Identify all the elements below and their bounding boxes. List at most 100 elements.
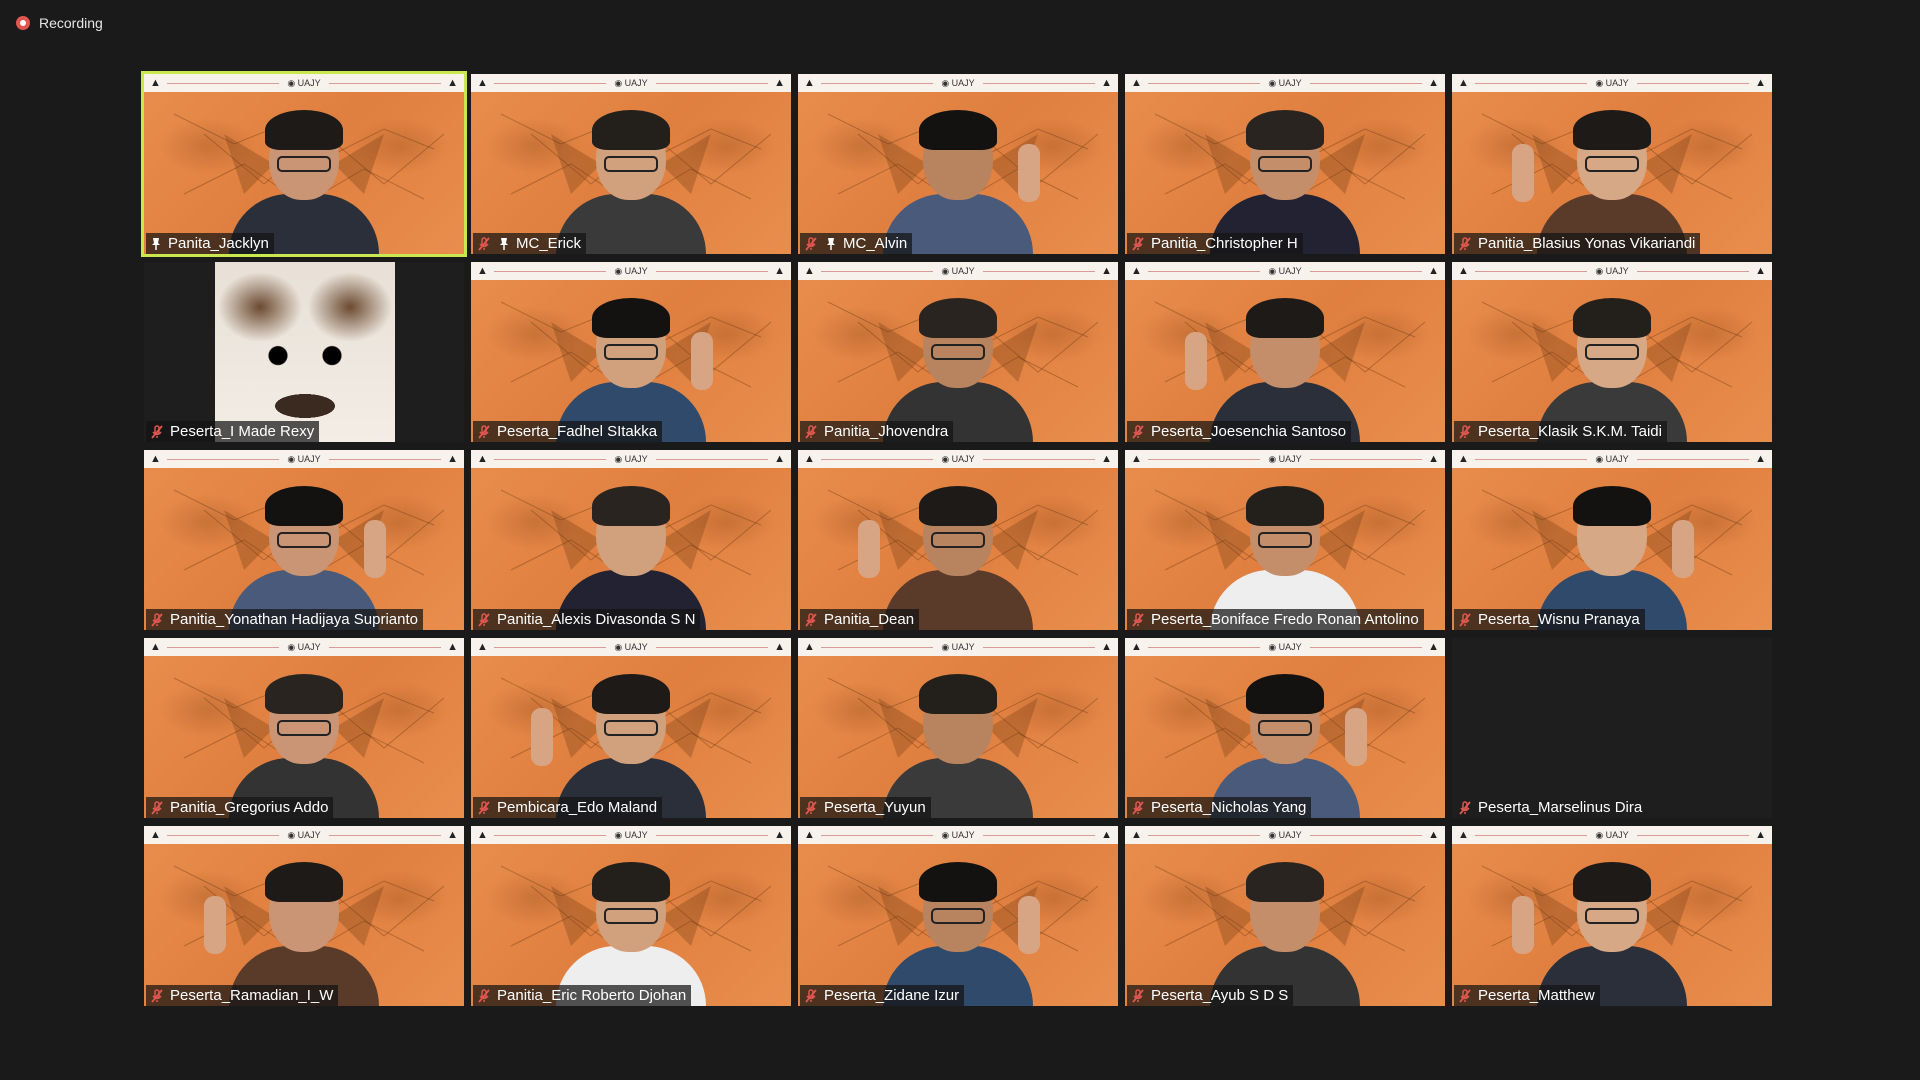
event-banner: ▲ ◉ UAJY ▲ (144, 826, 464, 844)
banner-divider (1474, 834, 1588, 836)
recording-dot-icon (16, 16, 30, 30)
participant-tile[interactable]: ▲ ◉ UAJY ▲ Peserta_Joesenchia Santoso (1125, 262, 1445, 442)
banner-divider (982, 270, 1096, 272)
banner-divider (982, 458, 1096, 460)
event-banner: ▲ ◉ UAJY ▲ (1125, 262, 1445, 280)
participant-name: Panitia_Alexis Divasonda S N (497, 611, 696, 628)
banner-logo: ◉ UAJY (614, 829, 648, 840)
microphone-muted-icon (1457, 612, 1473, 628)
banner-divider (493, 646, 607, 648)
participant-tile[interactable]: ▲ ◉ UAJY ▲ Panita_Jacklyn (141, 71, 467, 257)
microphone-muted-icon (1130, 988, 1146, 1004)
event-banner: ▲ ◉ UAJY ▲ (1452, 826, 1772, 844)
banner-divider (1474, 270, 1588, 272)
penguin-icon: ▲ (1458, 265, 1469, 277)
microphone-muted-icon (803, 236, 819, 252)
penguin-icon: ▲ (1131, 641, 1142, 653)
event-banner: ▲ ◉ UAJY ▲ (1125, 638, 1445, 656)
penguin-icon: ▲ (1131, 77, 1142, 89)
event-banner: ▲ ◉ UAJY ▲ (798, 826, 1118, 844)
participant-tile[interactable]: ▲ ◉ UAJY ▲ Peserta_Zidane Izur (798, 826, 1118, 1006)
participant-tile[interactable]: ▲ ◉ UAJY ▲ Panitia_Jhovendra (798, 262, 1118, 442)
banner-divider (655, 646, 769, 648)
participant-name: Panitia_Eric Roberto Djohan (497, 987, 687, 1004)
participant-name-tag: Panitia_Yonathan Hadijaya Suprianto (146, 609, 423, 630)
participant-tile[interactable]: ▲ ◉ UAJY ▲ Panitia_Christopher H (1125, 74, 1445, 254)
participant-tile[interactable]: ▲ ◉ UAJY ▲ Peserta_Boniface Fredo Ronan … (1125, 450, 1445, 630)
banner-divider (1309, 458, 1423, 460)
participant-tile[interactable]: ▲ ◉ UAJY ▲ Panitia_Dean (798, 450, 1118, 630)
participant-tile[interactable]: ▲ ◉ UAJY ▲ Peserta_Ayub S D S (1125, 826, 1445, 1006)
banner-divider (328, 646, 442, 648)
participant-tile[interactable]: ▲ ◉ UAJY ▲ Peserta_Fadhel SItakka (471, 262, 791, 442)
participant-tile[interactable]: ▲ ◉ UAJY ▲ Peserta_Yuyun (798, 638, 1118, 818)
participant-name-tag: MC_Alvin (800, 233, 913, 254)
banner-divider (655, 458, 769, 460)
participant-tile[interactable]: ▲ ◉ UAJY ▲ MC_Alvin (798, 74, 1118, 254)
banner-divider (166, 458, 280, 460)
banner-divider (493, 834, 607, 836)
banner-divider (328, 82, 442, 84)
banner-divider (328, 458, 442, 460)
event-banner: ▲ ◉ UAJY ▲ (1452, 74, 1772, 92)
banner-divider (1636, 834, 1750, 836)
microphone-muted-icon (1457, 236, 1473, 252)
event-banner: ▲ ◉ UAJY ▲ (471, 638, 791, 656)
participant-tile[interactable]: ▲ ◉ UAJY ▲ Panitia_Blasius Yonas Vikaria… (1452, 74, 1772, 254)
participant-tile[interactable]: Peserta_I Made Rexy (144, 262, 464, 442)
participant-name: Peserta_Zidane Izur (824, 987, 960, 1004)
banner-logo: ◉ UAJY (1595, 77, 1629, 88)
participant-tile[interactable]: ▲ ◉ UAJY ▲ Panitia_Yonathan Hadijaya Sup… (144, 450, 464, 630)
participant-tile[interactable]: ▲ ◉ UAJY ▲ Peserta_Klasik S.K.M. Taidi (1452, 262, 1772, 442)
raised-hand (1672, 520, 1694, 578)
penguin-icon: ▲ (1458, 453, 1469, 465)
participant-tile[interactable]: ▲ ◉ UAJY ▲ Panitia_Alexis Divasonda S N (471, 450, 791, 630)
participant-name: Peserta_Nicholas Yang (1151, 799, 1307, 816)
event-banner: ▲ ◉ UAJY ▲ (471, 826, 791, 844)
participant-name-tag: Panita_Jacklyn (146, 233, 274, 254)
participant-tile[interactable]: ▲ ◉ UAJY ▲ Pembicara_Edo Maland (471, 638, 791, 818)
participant-name: Peserta_Yuyun (824, 799, 926, 816)
participant-tile[interactable]: ▲ ◉ UAJY ▲ Peserta_Ramadian_I_W (144, 826, 464, 1006)
penguin-icon: ▲ (1131, 453, 1142, 465)
participant-name-tag: Peserta_Ramadian_I_W (146, 985, 339, 1006)
banner-divider (1309, 646, 1423, 648)
event-banner: ▲ ◉ UAJY ▲ (1452, 450, 1772, 468)
participant-tile[interactable]: ▲ ◉ UAJY ▲ Peserta_Wisnu Pranaya (1452, 450, 1772, 630)
microphone-muted-icon (803, 424, 819, 440)
participant-name-tag: Panitia_Alexis Divasonda S N (473, 609, 701, 630)
recording-indicator[interactable]: Recording (16, 15, 103, 31)
penguin-icon: ▲ (774, 77, 786, 89)
penguin-icon: ▲ (477, 641, 488, 653)
penguin-icon: ▲ (150, 829, 161, 841)
participant-tile[interactable]: ▲ ◉ UAJY ▲ MC_Erick (471, 74, 791, 254)
participant-tile[interactable]: ▲ ◉ UAJY ▲ Peserta_Matthew (1452, 826, 1772, 1006)
banner-divider (1147, 834, 1261, 836)
raised-hand (858, 520, 880, 578)
microphone-muted-icon (149, 988, 165, 1004)
participant-tile[interactable]: Peserta_Marselinus Dira (1452, 638, 1772, 818)
raised-hand (691, 332, 713, 390)
microphone-muted-icon (803, 612, 819, 628)
microphone-muted-icon (476, 236, 492, 252)
penguin-icon: ▲ (1101, 829, 1113, 841)
microphone-muted-icon (1457, 800, 1473, 816)
banner-divider (493, 82, 607, 84)
penguin-icon: ▲ (1131, 265, 1142, 277)
participant-tile[interactable]: ▲ ◉ UAJY ▲ Panitia_Gregorius Addo (144, 638, 464, 818)
raised-hand (1345, 708, 1367, 766)
banner-divider (1147, 458, 1261, 460)
participant-name-tag: Peserta_I Made Rexy (146, 421, 320, 442)
banner-divider (820, 82, 934, 84)
banner-logo: ◉ UAJY (614, 77, 648, 88)
banner-divider (166, 834, 280, 836)
pin-icon (497, 237, 511, 251)
banner-logo: ◉ UAJY (941, 829, 975, 840)
penguin-icon: ▲ (804, 453, 815, 465)
banner-divider (820, 458, 934, 460)
event-banner: ▲ ◉ UAJY ▲ (1125, 74, 1445, 92)
raised-hand (1512, 144, 1534, 202)
banner-logo: ◉ UAJY (614, 265, 648, 276)
participant-tile[interactable]: ▲ ◉ UAJY ▲ Panitia_Eric Roberto Djohan (471, 826, 791, 1006)
participant-tile[interactable]: ▲ ◉ UAJY ▲ Peserta_Nicholas Yang (1125, 638, 1445, 818)
